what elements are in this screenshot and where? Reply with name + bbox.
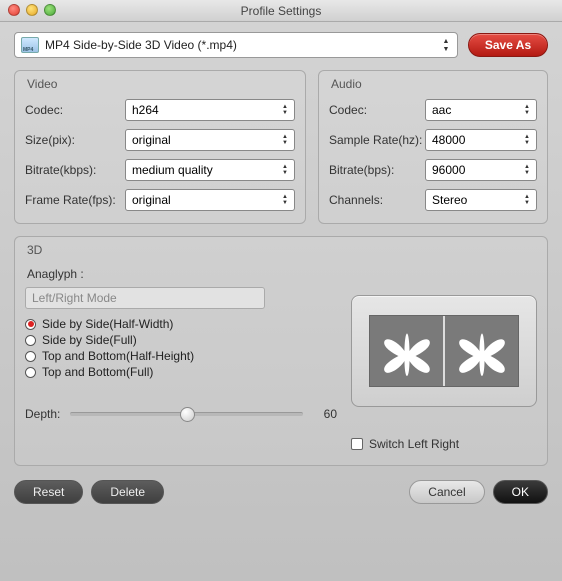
3d-mode-radios: Side by Side(Half-Width) Side by Side(Fu… bbox=[25, 317, 337, 379]
video-size-select[interactable]: original bbox=[125, 129, 295, 151]
traffic-lights bbox=[8, 4, 56, 16]
stepper-icon bbox=[520, 101, 534, 119]
video-codec-select[interactable]: h264 bbox=[125, 99, 295, 121]
video-group-title: Video bbox=[27, 77, 295, 91]
close-icon[interactable] bbox=[8, 4, 20, 16]
stepper-icon bbox=[520, 191, 534, 209]
stepper-icon bbox=[278, 191, 292, 209]
3d-group-title: 3D bbox=[27, 243, 537, 257]
cancel-button[interactable]: Cancel bbox=[409, 480, 484, 504]
stepper-icon bbox=[520, 131, 534, 149]
butterfly-icon bbox=[379, 326, 435, 376]
slider-thumb[interactable] bbox=[180, 407, 195, 422]
video-bitrate-label: Bitrate(kbps): bbox=[25, 163, 125, 177]
depth-label: Depth: bbox=[25, 407, 60, 421]
anaglyph-label: Anaglyph : bbox=[27, 267, 337, 281]
depth-value: 60 bbox=[313, 407, 337, 421]
radio-top-bottom-half[interactable]: Top and Bottom(Half-Height) bbox=[25, 349, 337, 363]
zoom-icon[interactable] bbox=[44, 4, 56, 16]
stepper-icon bbox=[278, 161, 292, 179]
radio-icon bbox=[25, 319, 36, 330]
3d-group: 3D Anaglyph : Left/Right Mode Side by Si… bbox=[14, 236, 548, 466]
stepper-icon bbox=[520, 161, 534, 179]
radio-icon bbox=[25, 335, 36, 346]
audio-group-title: Audio bbox=[331, 77, 537, 91]
radio-icon bbox=[25, 367, 36, 378]
window-title: Profile Settings bbox=[241, 4, 322, 18]
save-as-button[interactable]: Save As bbox=[468, 33, 548, 57]
reset-button[interactable]: Reset bbox=[14, 480, 83, 504]
switch-left-right-label: Switch Left Right bbox=[369, 437, 459, 451]
audio-channels-label: Channels: bbox=[329, 193, 425, 207]
profile-select[interactable]: MP4 Side-by-Side 3D Video (*.mp4) bbox=[14, 32, 458, 58]
checkbox-icon[interactable] bbox=[351, 438, 363, 450]
delete-button[interactable]: Delete bbox=[91, 480, 164, 504]
audio-channels-select[interactable]: Stereo bbox=[425, 189, 537, 211]
3d-preview bbox=[351, 295, 537, 407]
radio-side-by-side-full[interactable]: Side by Side(Full) bbox=[25, 333, 337, 347]
profile-select-value: MP4 Side-by-Side 3D Video (*.mp4) bbox=[45, 38, 237, 52]
video-framerate-select[interactable]: original bbox=[125, 189, 295, 211]
audio-samplerate-label: Sample Rate(hz): bbox=[329, 133, 425, 147]
stepper-icon bbox=[278, 101, 292, 119]
switch-left-right-row[interactable]: Switch Left Right bbox=[351, 437, 537, 451]
video-codec-label: Codec: bbox=[25, 103, 125, 117]
audio-codec-select[interactable]: aac bbox=[425, 99, 537, 121]
minimize-icon[interactable] bbox=[26, 4, 38, 16]
audio-bitrate-select[interactable]: 96000 bbox=[425, 159, 537, 181]
anaglyph-select[interactable]: Left/Right Mode bbox=[25, 287, 265, 309]
video-group: Video Codec: h264 Size(pix): original Bi… bbox=[14, 70, 306, 224]
video-framerate-label: Frame Rate(fps): bbox=[25, 193, 125, 207]
audio-group: Audio Codec: aac Sample Rate(hz): 48000 … bbox=[318, 70, 548, 224]
radio-side-by-side-half[interactable]: Side by Side(Half-Width) bbox=[25, 317, 337, 331]
stepper-icon bbox=[438, 35, 454, 55]
radio-icon bbox=[25, 351, 36, 362]
audio-codec-label: Codec: bbox=[329, 103, 425, 117]
titlebar: Profile Settings bbox=[0, 0, 562, 22]
stepper-icon bbox=[278, 131, 292, 149]
audio-samplerate-select[interactable]: 48000 bbox=[425, 129, 537, 151]
butterfly-icon bbox=[454, 326, 510, 376]
ok-button[interactable]: OK bbox=[493, 480, 548, 504]
video-bitrate-select[interactable]: medium quality bbox=[125, 159, 295, 181]
audio-bitrate-label: Bitrate(bps): bbox=[329, 163, 425, 177]
radio-top-bottom-full[interactable]: Top and Bottom(Full) bbox=[25, 365, 337, 379]
video-size-label: Size(pix): bbox=[25, 133, 125, 147]
depth-slider[interactable] bbox=[70, 412, 303, 416]
mp4-file-icon bbox=[21, 37, 39, 53]
